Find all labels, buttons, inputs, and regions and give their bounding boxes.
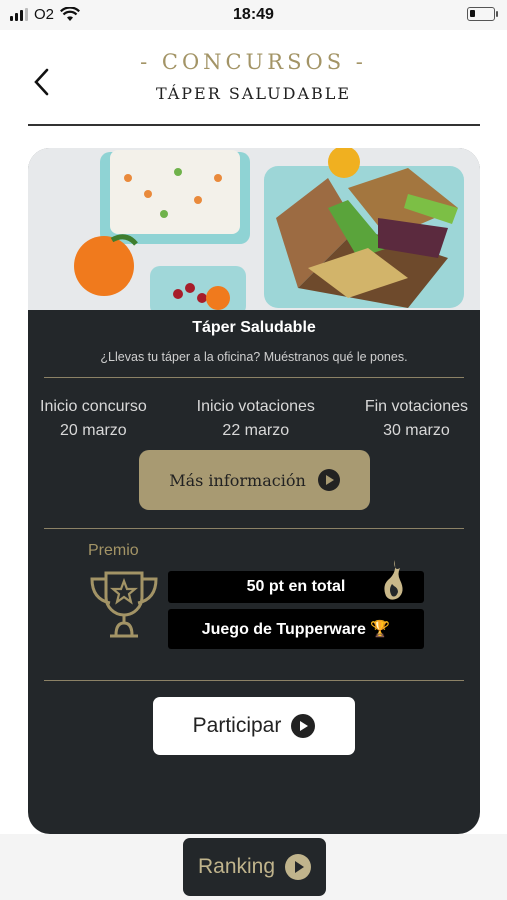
- prize-label: Premio: [88, 542, 139, 559]
- status-bar: O2 18:49: [0, 0, 507, 30]
- ranking-button[interactable]: Ranking: [183, 838, 326, 896]
- contest-name: Táper Saludable: [192, 319, 316, 336]
- date-label: Fin votaciones: [364, 398, 468, 415]
- participate-button[interactable]: Participar: [153, 697, 355, 755]
- play-circle-icon: [285, 854, 312, 880]
- date-start-contest: Inicio concurso 20 marzo: [40, 395, 147, 443]
- page-subtitle: TÁPER SALUDABLE: [155, 84, 352, 103]
- date-value: 22 marzo: [222, 422, 290, 439]
- contest-dates: Inicio concurso 20 marzo Inicio votacion…: [40, 395, 468, 443]
- prize-item: Juego de Tupperware 🏆: [168, 609, 424, 649]
- divider-top: [44, 377, 464, 378]
- battery-icon: [467, 7, 498, 21]
- flame-logo-icon: [384, 560, 403, 600]
- page-header: - CONCURSOS - TÁPER SALUDABLE: [0, 30, 507, 126]
- date-end-voting: Fin votaciones 30 marzo: [365, 395, 468, 443]
- divider-bottom: [44, 680, 464, 681]
- more-info-label: Más información: [169, 470, 306, 490]
- header-divider: [28, 124, 480, 126]
- contest-photo: [28, 148, 480, 310]
- contest-description: ¿Llevas tu táper a la oficina? Muéstrano…: [100, 350, 408, 364]
- date-label: Inicio concurso: [40, 398, 147, 415]
- contest-card: Táper Saludable ¿Llevas tu táper a la of…: [28, 148, 480, 834]
- more-info-button[interactable]: Más información: [139, 450, 370, 510]
- participate-label: Participar: [192, 714, 282, 737]
- trophy-icon: [90, 571, 158, 638]
- status-time: 18:49: [233, 6, 274, 23]
- date-value: 20 marzo: [60, 422, 127, 439]
- page-title: - CONCURSOS -: [140, 50, 367, 74]
- date-start-voting: Inicio votaciones 22 marzo: [197, 395, 315, 443]
- date-label: Inicio votaciones: [196, 398, 315, 415]
- divider-middle: [44, 528, 464, 529]
- date-value: 30 marzo: [383, 422, 450, 439]
- ranking-label: Ranking: [197, 855, 276, 878]
- play-circle-icon: [317, 469, 340, 491]
- play-circle-icon: [291, 714, 316, 738]
